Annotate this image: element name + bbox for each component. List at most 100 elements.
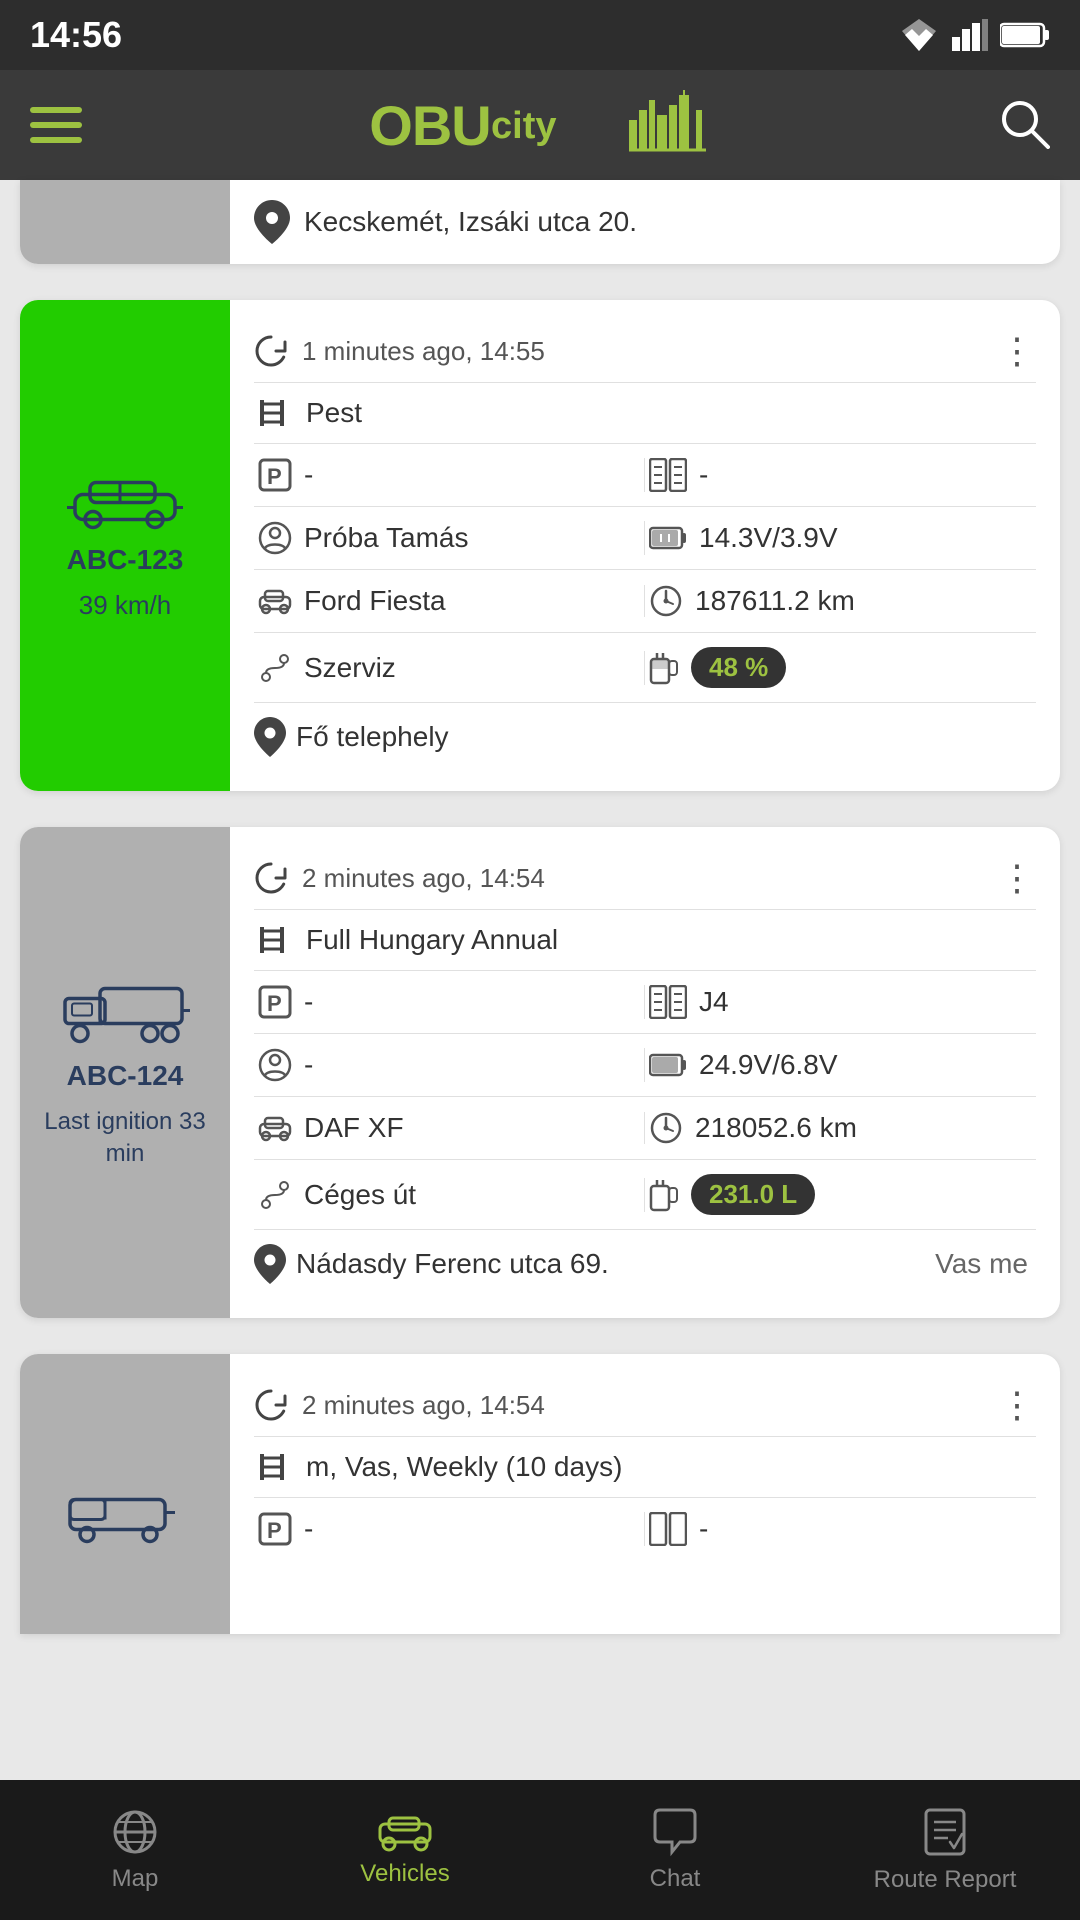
model-odo-row-2: DAF XF 218052.6 km (254, 1097, 1036, 1160)
nav-map[interactable]: Map (0, 1780, 270, 1920)
fuel-icon-1 (649, 651, 679, 685)
gear-value-1: - (699, 459, 708, 491)
location-pin-icon-1 (254, 717, 286, 757)
search-button[interactable] (998, 97, 1050, 154)
fuel-badge-2: 231.0 L (691, 1174, 815, 1215)
odo-col-2: 218052.6 km (645, 1111, 1036, 1145)
timestamp-row-3: 2 minutes ago, 14:54 ⋮ (254, 1374, 1036, 1437)
route-value-2: Céges út (304, 1179, 416, 1211)
battery-icon-1 (649, 524, 687, 552)
status-icons (898, 19, 1050, 51)
more-options-2[interactable]: ⋮ (999, 860, 1036, 896)
driver-name-1: Próba Tamás (304, 522, 468, 554)
model-col-1: Ford Fiesta (254, 585, 645, 617)
more-options-3[interactable]: ⋮ (999, 1387, 1036, 1423)
timestamp-text-2: 2 minutes ago, 14:54 (302, 863, 545, 894)
route-icon-1 (258, 651, 292, 685)
odo-value-1: 187611.2 km (695, 585, 855, 617)
nav-route-report[interactable]: Route Report (810, 1780, 1080, 1920)
nav-vehicles-label: Vehicles (360, 1860, 449, 1888)
timestamp-row-1: 1 minutes ago, 14:55 ⋮ (254, 320, 1036, 383)
vehicle-card-2: ABC-124 Last ignition 33 min 2 minutes a… (20, 827, 1060, 1318)
model-odo-row-1: Ford Fiesta 187611.2 km (254, 570, 1036, 633)
fuel-col-1: 48 % (645, 647, 1036, 688)
location-text-1: Fő telephely (296, 721, 449, 753)
partial-top-card: Kecskemét, Izsáki utca 20. (20, 180, 1060, 264)
refresh-icon-3 (254, 1388, 288, 1422)
chat-icon (650, 1807, 700, 1857)
timestamp-text-3: 2 minutes ago, 14:54 (302, 1390, 545, 1421)
van-icon (65, 1482, 185, 1547)
fuel-col-2: 231.0 L (645, 1174, 1036, 1215)
logo: OBU city (369, 90, 710, 160)
svg-text:P: P (267, 1518, 282, 1543)
route-icon-2 (258, 1178, 292, 1212)
road-type-row-3: m, Vas, Weekly (10 days) (254, 1437, 1036, 1498)
nav-vehicles[interactable]: Vehicles (270, 1780, 540, 1920)
driver-icon-2 (258, 1048, 292, 1082)
main-content: Kecskemét, Izsáki utca 20. ABC-123 39 km… (0, 180, 1080, 1780)
road-type-text-2: Full Hungary Annual (306, 924, 558, 956)
road-type-row-2: Full Hungary Annual (254, 910, 1036, 971)
location-pin-icon-2 (254, 1244, 286, 1284)
wifi-icon (898, 19, 940, 51)
gear-icon-2 (649, 985, 687, 1019)
route-col-1: Szerviz (254, 651, 645, 685)
nav-chat[interactable]: Chat (540, 1780, 810, 1920)
route-fuel-row-1: Szerviz 48 % (254, 633, 1036, 703)
card-sidebar-3 (20, 1354, 230, 1634)
car-icon (65, 470, 185, 530)
top-nav: OBU city (0, 70, 1080, 180)
parking-icon-1: P (258, 458, 292, 492)
battery-icon (1000, 22, 1050, 48)
location-row-1: Fő telephely (254, 703, 1036, 771)
vehicle-card-3: 2 minutes ago, 14:54 ⋮ m, Vas, Weekly (1… (20, 1354, 1060, 1634)
partial-location-text: Kecskemét, Izsáki utca 20. (304, 206, 637, 238)
more-options-1[interactable]: ⋮ (999, 333, 1036, 369)
parking-gear-row-2: P - J4 (254, 971, 1036, 1034)
globe-icon (110, 1807, 160, 1857)
vehicles-icon (375, 1812, 435, 1852)
driver-col-1: Próba Tamás (254, 521, 645, 555)
voltage-value-1: 14.3V/3.9V (699, 522, 838, 554)
car-small-icon-1 (258, 587, 292, 615)
gear-col-3: - (645, 1512, 1036, 1546)
vehicle-speed-1: 39 km/h (79, 590, 172, 621)
timestamp-text-1: 1 minutes ago, 14:55 (302, 336, 545, 367)
car-small-icon-2 (258, 1114, 292, 1142)
card-body-2: 2 minutes ago, 14:54 ⋮ Full Hungary Annu… (230, 827, 1060, 1318)
odometer-icon-2 (649, 1111, 683, 1145)
voltage-col-2: 24.9V/6.8V (645, 1049, 1036, 1081)
card-sidebar-1: ABC-123 39 km/h (20, 300, 230, 791)
driver-voltage-row-2: - 24.9V/6.8V (254, 1034, 1036, 1097)
nav-route-report-label: Route Report (874, 1866, 1017, 1894)
odometer-icon-1 (649, 584, 683, 618)
gear-icon-1 (649, 458, 687, 492)
signal-icon (952, 19, 988, 51)
highway-icon-3 (254, 1452, 290, 1482)
report-icon (922, 1806, 968, 1858)
bottom-nav: Map Vehicles Chat Route Report (0, 1780, 1080, 1920)
vehicle-card-1: ABC-123 39 km/h 1 minutes ago, 14:55 ⋮ (20, 300, 1060, 791)
refresh-icon-2 (254, 861, 288, 895)
parking-value-1: - (304, 459, 313, 491)
fuel-icon-2 (649, 1178, 679, 1212)
parking-value-3: - (304, 1513, 313, 1545)
hamburger-menu[interactable] (30, 107, 82, 143)
parking-icon-2: P (258, 985, 292, 1019)
road-type-row-1: Pest (254, 383, 1036, 444)
model-col-2: DAF XF (254, 1112, 645, 1144)
driver-name-2: - (304, 1049, 313, 1081)
card-body-3: 2 minutes ago, 14:54 ⋮ m, Vas, Weekly (1… (230, 1354, 1060, 1634)
truck-icon (60, 976, 190, 1046)
gear-col-2: J4 (645, 985, 1036, 1019)
route-value-1: Szerviz (304, 652, 396, 684)
vehicle-plate-2: ABC-124 (67, 1060, 184, 1092)
parking-gear-row-1: P - - (254, 444, 1036, 507)
model-value-1: Ford Fiesta (304, 585, 446, 617)
driver-icon-1 (258, 521, 292, 555)
partial-location-row: Kecskemét, Izsáki utca 20. (254, 200, 1036, 244)
highway-icon-2 (254, 925, 290, 955)
gear-value-3: - (699, 1513, 708, 1545)
gear-value-2: J4 (699, 986, 729, 1018)
